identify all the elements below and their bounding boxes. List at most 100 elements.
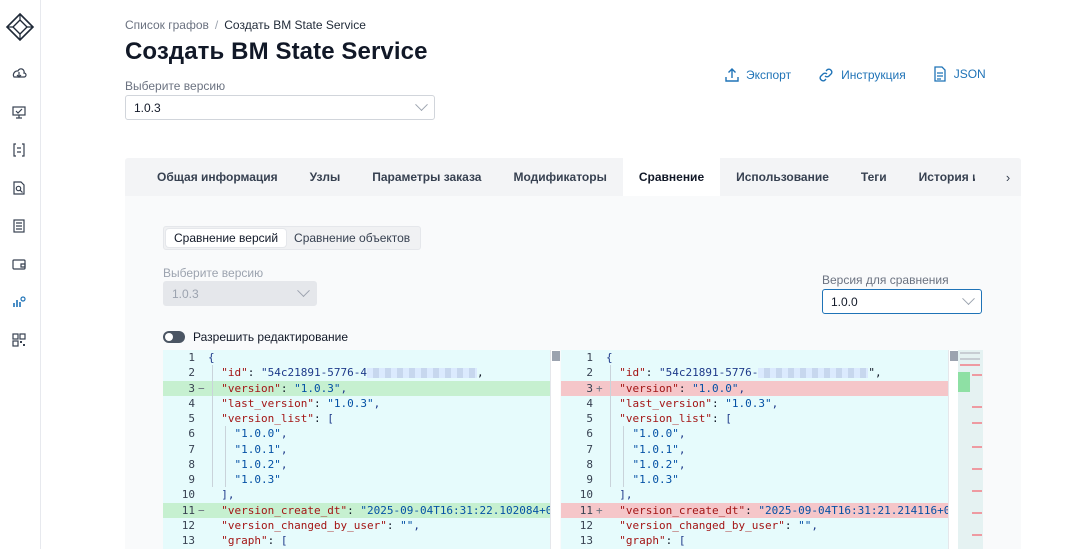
left-version-value: 1.0.3 [172, 286, 199, 301]
diff-marker [198, 518, 208, 533]
code-line[interactable]: 5 "version_list": [ [163, 411, 560, 426]
link-icon [819, 68, 833, 82]
mode-compare-objects[interactable]: Сравнение объектов [286, 229, 418, 247]
chevron-down-icon [962, 292, 975, 306]
code-line[interactable]: 11 + "version_create_dt": "2025-09-04T16:… [561, 502, 958, 518]
code-line[interactable]: 2 "id": "54c21891-5776- ", [561, 365, 958, 380]
app-logo-icon[interactable] [5, 12, 35, 42]
manual-button[interactable]: Инструкция [817, 67, 906, 83]
code-line[interactable]: 7 "1.0.1", [163, 442, 560, 457]
qr-icon[interactable] [11, 332, 27, 348]
line-number: 1 [586, 351, 593, 364]
line-number: 6 [586, 427, 593, 441]
left-editor-scrollbar[interactable] [550, 350, 560, 549]
diff-marker [596, 411, 606, 426]
diff-marker [198, 350, 208, 365]
search-doc-icon[interactable] [11, 180, 27, 196]
right-diff-editor[interactable]: 1{2 "id": "54c21891-5776- ", 3 + "version":… [561, 350, 958, 549]
diff-marker [596, 350, 606, 365]
export-button[interactable]: Экспорт [724, 67, 791, 83]
code-text: "1.0.1", [632, 442, 686, 456]
code-line[interactable]: 3 + "version": "1.0.0", [561, 380, 958, 396]
code-line[interactable]: 4 "last_version": "1.0.3", [163, 396, 560, 411]
code-line[interactable]: 2 "id": "54c21891-5776-4, [163, 365, 560, 380]
code-line[interactable]: 12 "version_changed_by_user": "", [561, 518, 958, 533]
diff-marker [198, 533, 208, 548]
toggle-switch[interactable] [163, 331, 185, 343]
line-number: 9 [586, 473, 593, 486]
line-number: 13 [579, 534, 593, 547]
right-editor-scrollbar[interactable] [948, 350, 958, 549]
json-button[interactable]: JSON [932, 65, 986, 83]
line-number: 7 [586, 442, 593, 456]
code-line[interactable]: 13 "graph": [ [561, 533, 958, 548]
line-number: 4 [586, 396, 593, 410]
left-diff-editor[interactable]: 1{2 "id": "54c21891-5776-4, 3− "version":… [163, 350, 560, 549]
code-line[interactable]: 13 "graph": [ [163, 533, 560, 548]
diff-marker [198, 457, 208, 472]
wallet-icon[interactable] [11, 256, 27, 272]
list-icon[interactable] [11, 218, 27, 234]
code-line[interactable]: 8 "1.0.2", [163, 457, 560, 472]
tab-general[interactable]: Общая информация [141, 158, 294, 196]
diff-marker [596, 472, 606, 487]
diff-marker: + [596, 381, 603, 395]
export-label: Экспорт [746, 68, 792, 82]
code-line[interactable]: 1{ [163, 350, 560, 365]
tab-compare[interactable]: Сравнение [622, 158, 721, 196]
diff-marker [596, 487, 606, 502]
line-number: 12 [181, 518, 195, 532]
code-line[interactable]: 1{ [561, 350, 958, 365]
code-line[interactable]: 7 "1.0.1", [561, 442, 958, 457]
code-line[interactable]: 6 "1.0.0", [561, 426, 958, 441]
tab-nodes[interactable]: Узлы [294, 158, 357, 196]
code-text: "1.0.2", [234, 457, 288, 471]
line-number: 8 [586, 457, 593, 471]
diff-marker [198, 365, 208, 380]
version-select[interactable]: 1.0.3 [125, 95, 435, 120]
code-text: "version_create_dt": "2025-09-04T16:31:2… [619, 503, 958, 517]
code-line[interactable]: 10 ], [561, 487, 958, 502]
breadcrumb-separator: / [214, 18, 219, 32]
tab-order-params[interactable]: Параметры заказа [356, 158, 497, 196]
code-line[interactable]: 12 "version_changed_by_user": "", [163, 518, 560, 533]
code-text: "1.0.3" [234, 473, 281, 486]
code-line[interactable]: 9 "1.0.3" [561, 472, 958, 487]
right-version-select[interactable]: 1.0.0 [822, 289, 982, 314]
tab-usage[interactable]: Использование [720, 158, 845, 196]
diff-marker [596, 426, 606, 441]
page-title: Создать BM State Service [125, 38, 428, 65]
code-line[interactable]: 9 "1.0.3" [163, 472, 560, 487]
code-text: "1.0.0", [234, 427, 288, 441]
compare-mode-switch: Сравнение версий Сравнение объектов [163, 226, 422, 250]
code-text: "last_version": "1.0.3", [619, 396, 779, 410]
code-text: "id": "54c21891-5776-4, [221, 366, 484, 380]
version-select-value: 1.0.3 [134, 100, 161, 115]
diff-marker [198, 411, 208, 426]
code-line[interactable]: 10 ], [163, 487, 560, 502]
deploy-icon[interactable] [11, 66, 27, 82]
edit-toggle[interactable]: Разрешить редактирование [163, 330, 348, 344]
tabs-scroll-right[interactable]: › [995, 158, 1021, 196]
code-text: "version_create_dt": "2025-09-04T16:31:2… [221, 503, 560, 517]
graph-icon[interactable] [11, 294, 27, 310]
bracket-icon[interactable] [11, 142, 27, 158]
code-text: ], [208, 488, 235, 502]
code-line[interactable]: 11− "version_create_dt": "2025-09-04T16:… [163, 502, 560, 518]
code-line[interactable]: 6 "1.0.0", [163, 426, 560, 441]
code-line[interactable]: 3− "version": "1.0.3", [163, 380, 560, 396]
code-line[interactable]: 8 "1.0.2", [561, 457, 958, 472]
tab-modifiers[interactable]: Модификаторы [497, 158, 622, 196]
breadcrumb-root[interactable]: Список графов [125, 18, 209, 32]
code-line[interactable]: 5 "version_list": [ [561, 411, 958, 426]
diff-overview-ruler[interactable] [958, 350, 983, 549]
code-line[interactable]: 4 "last_version": "1.0.3", [561, 396, 958, 411]
monitor-icon[interactable] [11, 104, 27, 120]
tab-tags[interactable]: Теги [845, 158, 903, 196]
tab-history[interactable]: История изменений [903, 158, 975, 196]
chevron-right-icon: › [1005, 169, 1011, 185]
chevron-down-icon [415, 98, 428, 112]
mode-compare-versions[interactable]: Сравнение версий [166, 229, 287, 247]
json-label: JSON [953, 67, 986, 81]
line-number: 5 [586, 412, 593, 425]
